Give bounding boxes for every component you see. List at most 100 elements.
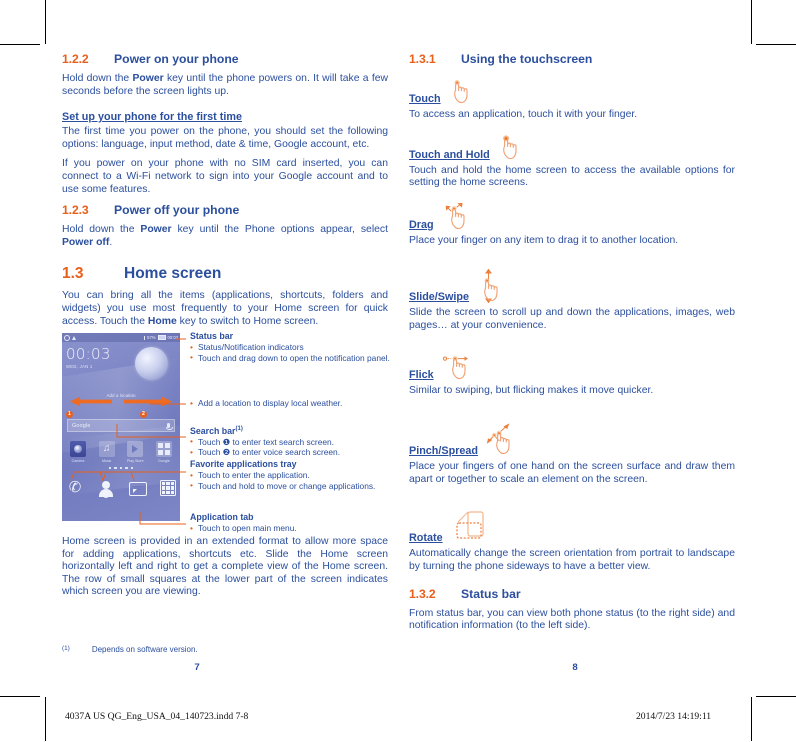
heading-title: Status bar: [461, 586, 521, 601]
print-filename: 4037A US QG_Eng_USA_04_140723.indd 7-8: [65, 711, 249, 722]
battery-percent: 57%: [147, 335, 156, 340]
annotation-weather: Add a location to display local weather.: [190, 398, 390, 409]
app-icon-music[interactable]: Music: [95, 441, 119, 463]
page-indicator-dots: [62, 467, 180, 470]
paragraph-home-screen-intro: You can bring all the items (application…: [62, 290, 388, 327]
heading-1-3: 1.3 Home screen: [62, 265, 388, 283]
left-page-column: 1.2.2 Power on your phone Hold down the …: [62, 52, 388, 335]
annotation-item: Touch and hold to move or change applica…: [190, 480, 390, 491]
heading-1-3-1: 1.3.1 Using the touchscreen: [409, 52, 735, 66]
crop-mark-bottom-left-vertical: [45, 697, 46, 741]
app-icon-play-store[interactable]: Play Store: [123, 441, 147, 463]
touch-hand-icon: [449, 79, 477, 105]
page-dot: [125, 467, 128, 470]
subheading-first-time-setup: Set up your phone for the first time: [62, 111, 242, 124]
camera-icon: [70, 441, 86, 457]
gesture-touch-text: To access an application, touch it with …: [409, 109, 638, 120]
gesture-label: Drag: [409, 218, 434, 231]
paragraph-power-off: Hold down the Power key until the Phone …: [62, 224, 388, 248]
search-badge-1: 1: [66, 411, 73, 418]
gesture-touch-hold-text: Touch and hold the home screen to access…: [409, 164, 735, 189]
home-screen-app-row: Camera Music Play Store Google: [66, 441, 176, 463]
footnote-text: Depends on software version.: [91, 645, 198, 654]
phone-mockup: 57% 00:03 00:03 WED, JAN 1 Add a locatio…: [62, 333, 180, 521]
annotation-item: Touch ❷ to enter voice search screen.: [190, 447, 390, 458]
signal-icon: [144, 335, 146, 340]
alarm-icon: [64, 334, 70, 341]
annotation-item: Touch and drag down to open the notifica…: [190, 352, 390, 363]
print-timestamp: 2014/7/23 14:19:11: [636, 711, 712, 722]
microphone-icon[interactable]: [165, 423, 174, 431]
warning-icon: [72, 335, 76, 340]
paragraph-no-sim: If you power on your phone with no SIM c…: [62, 158, 388, 195]
crop-mark-top-right-horizontal: [756, 44, 796, 45]
heading-number: 1.2.3: [62, 203, 89, 218]
gesture-label: Touch: [409, 93, 441, 105]
phone-icon[interactable]: [66, 479, 84, 497]
crop-mark-top-left-horizontal: [0, 44, 40, 45]
app-icon-camera[interactable]: Camera: [66, 441, 90, 463]
rotate-device-icon: [451, 510, 497, 544]
annotation-search-bar: Search bar(1) Touch ❶ to enter text sear…: [190, 424, 390, 458]
annotation-item: Add a location to display local weather.: [190, 398, 390, 409]
gesture-slide-text: Slide the screen to scroll up and down t…: [409, 307, 735, 331]
crop-mark-bottom-right-horizontal: [756, 696, 796, 697]
annotation-item: Touch to enter the application.: [190, 470, 390, 481]
page-number-right: 8: [572, 662, 578, 673]
clock-weather-widget[interactable]: 00:03 WED, JAN 1 Add a location: [66, 347, 176, 398]
annotation-item: Touch ❶ to enter text search screen.: [190, 436, 390, 447]
heading-title: Using the touchscreen: [461, 52, 593, 66]
app-icon-google-folder[interactable]: Google: [152, 441, 176, 463]
annotation-title: Favorite applications tray: [190, 459, 297, 469]
heading-title: Power off your phone: [114, 203, 240, 218]
page-dot: [130, 467, 133, 470]
paragraph-power-on: Hold down the Power key until the phone …: [62, 73, 388, 97]
home-screen-figure: 57% 00:03 00:03 WED, JAN 1 Add a locatio…: [62, 333, 180, 521]
crop-mark-bottom-right-vertical: [751, 697, 752, 741]
crop-mark-bottom-left-horizontal: [0, 696, 40, 697]
gesture-label: Pinch/Spread: [409, 445, 478, 458]
phone-status-bar: 57% 00:03: [62, 333, 180, 342]
heading-number: 1.3: [62, 265, 84, 283]
search-badge-2: 2: [140, 411, 147, 418]
heading-title: Home screen: [124, 265, 222, 283]
slide-hand-icon: [477, 269, 509, 304]
crop-mark-top-right-vertical: [751, 0, 752, 44]
gesture-label: Flick: [409, 368, 434, 381]
gesture-touch-hold-header: Touch and Hold: [409, 134, 735, 161]
annotation-title: Status bar: [190, 331, 234, 341]
google-search-bar[interactable]: Google: [67, 419, 175, 432]
gesture-rotate-header: Rotate: [409, 510, 735, 544]
heading-number: 1.3.2: [409, 586, 436, 601]
paragraph-extended-home: Home screen is provided in an extended f…: [62, 536, 388, 598]
heading-title: Power on your phone: [114, 52, 239, 66]
manual-page-spread: 1.2.2 Power on your phone Hold down the …: [0, 0, 796, 741]
paragraph-status-bar: From status bar, you can view both phone…: [409, 607, 735, 632]
page-dot: [114, 467, 117, 470]
touch-hold-hand-icon: [498, 134, 526, 161]
messaging-icon[interactable]: [128, 482, 147, 496]
gesture-label: Slide/Swipe: [409, 291, 469, 304]
moon-weather-icon: [135, 347, 168, 380]
music-icon: [98, 441, 115, 457]
pinch-spread-hand-icon: [486, 423, 526, 457]
app-label: Music: [101, 458, 112, 463]
crop-mark-top-left-vertical: [45, 0, 46, 44]
app-label: Play Store: [127, 458, 144, 463]
annotation-application-tab: Application tab Touch to open main menu.: [190, 512, 390, 534]
gesture-touch-header: Touch: [409, 79, 735, 105]
swipe-arrows: [62, 395, 180, 408]
app-drawer-icon[interactable]: [159, 480, 176, 496]
app-label: Camera: [71, 458, 85, 463]
heading-number: 1.2.2: [62, 52, 89, 66]
gesture-label: Rotate: [409, 532, 443, 545]
heading-1-3-2: 1.3.2 Status bar: [409, 587, 735, 601]
paragraph-first-time-options: The first time you power on the phone, y…: [62, 126, 388, 150]
footnote-marker: (1): [62, 645, 70, 652]
heading-1-2-3: 1.2.3 Power off your phone: [62, 203, 388, 217]
annotation-title: Application tab: [190, 512, 254, 522]
contacts-icon[interactable]: [97, 479, 115, 497]
left-page-tail: Home screen is provided in an extended f…: [62, 536, 388, 606]
gesture-flick-header: Flick: [409, 353, 735, 381]
search-placeholder: Google: [72, 422, 91, 429]
